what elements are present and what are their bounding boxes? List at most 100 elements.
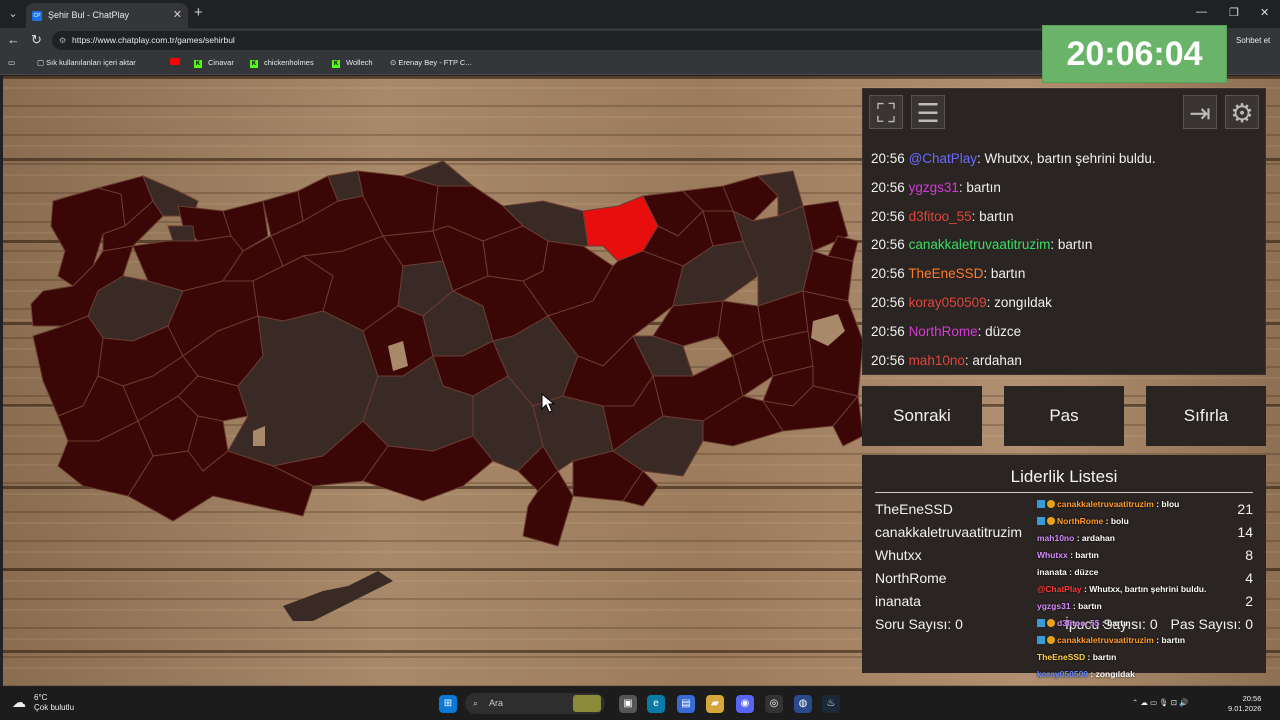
cyprus (283, 571, 393, 621)
weather-widget[interactable]: ☁ 6°C Çok bulutlu (8, 693, 74, 713)
system-tray-icons[interactable]: ⌃ ☁ ▭ 🎙 ⊡ 🔊 (1132, 698, 1188, 708)
badge-icon (1037, 517, 1045, 525)
bookmark-label: chickenholmes (264, 58, 314, 67)
chat-text: : zongıldak (986, 294, 1052, 310)
store-icon[interactable]: ▤ (677, 695, 695, 713)
windows-taskbar: ☁ 6°C Çok bulutlu ⊞ ⌕ Ara ▣ e ▤ ▰ ◉ ◎ ◍ … (0, 687, 1280, 720)
minimize-icon[interactable]: — (1196, 6, 1207, 18)
turkey-map[interactable] (3, 76, 863, 636)
chat-time: 20:56 (871, 237, 905, 253)
address-bar[interactable]: ⚙ https://www.chatplay.com.tr/games/sehi… (52, 31, 1052, 50)
overlay-user: Whutxx (1037, 550, 1068, 560)
bookmark-wollech[interactable]: K Wollech (332, 58, 373, 68)
overlay-user: @ChatPlay (1037, 584, 1082, 594)
bookmark-import[interactable]: ▢ Sık kullanılanları içeri aktar (37, 58, 136, 67)
chat-text: : bartın (1050, 237, 1093, 253)
tab-title: Şehir Bul - ChatPlay (48, 10, 130, 20)
chat-time: 20:56 (871, 323, 905, 339)
bookmark-youtube[interactable] (170, 58, 184, 67)
bookmark-label: Wollech (346, 58, 373, 67)
player-name: TheEneSSD (875, 501, 953, 517)
taskbar-clock[interactable]: 20:56 9.01.2026 (1228, 694, 1261, 714)
chat-user: canakkaletruvaatitruzim (908, 237, 1051, 253)
next-button[interactable]: Sonraki (862, 386, 982, 446)
active-tab[interactable]: CP Şehir Bul - ChatPlay ✕ (26, 3, 188, 28)
clock-overlay: 20:06:04 (1042, 25, 1227, 83)
app-icon[interactable]: ◍ (794, 695, 812, 713)
chat-text: : ardahan (964, 352, 1022, 368)
chat-user: NorthRome (908, 323, 978, 339)
close-tab-icon[interactable]: ✕ (173, 3, 182, 28)
overlay-message: canakkaletruvaatitruzim : blou (1037, 496, 1257, 513)
overlay-message: inanata : düzce (1037, 564, 1257, 581)
bookmark-chickenholmes[interactable]: Kchickenholmes (250, 58, 314, 68)
overlay-text: : bartın (1153, 635, 1186, 645)
overlay-message: @ChatPlay : Whutxx, bartın şehrini buldu… (1037, 581, 1257, 598)
badge-icon (1047, 517, 1055, 525)
settings-gear-icon[interactable]: ⚙ (1225, 95, 1259, 129)
steam-icon[interactable]: ♨ (822, 695, 840, 713)
overlay-text: : ardahan (1074, 533, 1115, 543)
back-icon[interactable]: ← (7, 32, 20, 47)
edge-icon[interactable]: e (647, 695, 665, 713)
chat-message: 20:56 koray050509: zongıldak (871, 295, 1263, 324)
taskbar-search[interactable]: ⌕ Ara (465, 693, 605, 714)
overlay-message: ygzgs31 : bartın (1037, 598, 1257, 615)
exit-icon[interactable]: ⇥ (1183, 95, 1217, 129)
overlay-user: canakkaletruvaatitruzim (1057, 635, 1154, 645)
windows-start-icon[interactable]: ⊞ (439, 695, 457, 713)
overlay-text: : zongıldak (1088, 669, 1135, 679)
file-explorer-icon[interactable]: ▰ (706, 695, 724, 713)
cloud-icon: ☁ (12, 694, 26, 710)
youtube-icon (170, 58, 180, 65)
question-count: Soru Sayısı: 0 (875, 616, 963, 632)
leaderboard-title: Liderlik Listesi (1010, 467, 1118, 486)
search-icon: ⌕ (473, 698, 479, 708)
restore-icon[interactable]: ❐ (1229, 6, 1239, 19)
reload-icon[interactable]: ↻ (31, 32, 42, 48)
chat-message: 20:56 ygzgs31: bartın (871, 180, 1263, 209)
overlay-user: canakkaletruvaatitruzim (1057, 499, 1154, 509)
overlay-user: koray050509 (1037, 669, 1089, 679)
notes-icon[interactable]: ☰ (911, 95, 945, 129)
reset-button[interactable]: Sıfırla (1146, 386, 1266, 446)
chat-user: koray050509 (908, 294, 987, 310)
sohbet-button[interactable]: Sohbet et (1236, 36, 1270, 45)
overlay-text: : bolu (1103, 516, 1129, 526)
bookmark-erenay[interactable]: ⊙ Erenay Bey - FTP C... (390, 58, 472, 67)
overlay-user: TheEneSSD (1037, 652, 1086, 662)
tab-list-icon[interactable]: ⌄ (4, 5, 22, 23)
player-name: Whutxx (875, 547, 922, 563)
task-view-icon[interactable]: ▣ (619, 695, 637, 713)
site-info-icon[interactable]: ⚙ (59, 31, 66, 50)
close-window-icon[interactable]: ✕ (1260, 6, 1269, 19)
badge-icon (1047, 636, 1055, 644)
chat-text: : bartın (983, 266, 1026, 282)
chat-text: : Whutxx, bartın şehrini buldu. (977, 151, 1156, 166)
chat-user: mah10no (908, 352, 965, 368)
overlay-text: : bartın (1070, 601, 1102, 611)
bookmark-cinavar[interactable]: K Cinavar (194, 58, 234, 68)
overlay-text: : Whutxx, bartın şehrini buldu. (1081, 584, 1207, 594)
overlay-message: canakkaletruvaatitruzim : bartın (1037, 632, 1257, 649)
sidebar-toggle-icon[interactable]: ▭ (8, 58, 15, 67)
overlay-user: mah10no (1037, 533, 1075, 543)
chat-time: 20:56 (871, 179, 905, 195)
overlay-message: mah10no : ardahan (1037, 530, 1257, 547)
new-tab-icon[interactable]: + (194, 4, 203, 21)
obs-icon[interactable]: ◎ (765, 695, 783, 713)
overlay-text: : bartın (1085, 652, 1117, 662)
pass-button[interactable]: Pas (1004, 386, 1124, 446)
bookmark-label: Erenay Bey - FTP C... (398, 58, 472, 67)
overlay-user: NorthRome (1057, 516, 1104, 526)
overlay-user: ygzgs31 (1037, 601, 1071, 611)
chat-messages: 20:56 @ChatPlay: Whutxx, bartın şehrini … (871, 151, 1263, 381)
divider (875, 492, 1253, 493)
chat-message: 20:56 mah10no: ardahan (871, 353, 1263, 382)
taskbar-time: 20:56 (1242, 694, 1262, 703)
fullscreen-icon[interactable]: ⛶ (869, 95, 903, 129)
discord-icon[interactable]: ◉ (736, 695, 754, 713)
overlay-user: d3fitoo_55 (1057, 618, 1100, 628)
chat-message: 20:56 canakkaletruvaatitruzim: bartın (871, 237, 1263, 266)
chat-text: : düzce (977, 323, 1022, 339)
